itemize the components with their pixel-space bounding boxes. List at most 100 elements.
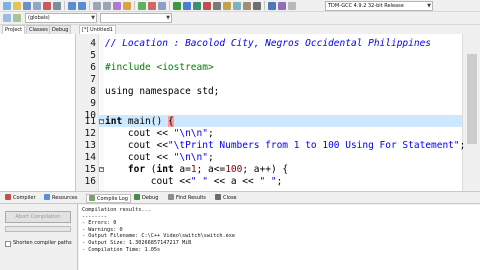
close-file-icon[interactable] xyxy=(43,2,51,10)
code-string: "\tPrint Numbers from 1 to 100 Using For… xyxy=(167,140,460,151)
tab-close[interactable]: Close xyxy=(213,194,239,203)
toolbar-separator xyxy=(89,1,90,10)
tab-close-label: Close xyxy=(223,195,237,201)
new-file-icon[interactable] xyxy=(3,2,11,10)
dev-cpp-window: TDM-GCC 4.9.2 32-bit Release ▼ (globals)… xyxy=(0,0,480,270)
compile-log-output[interactable]: Compilation results... -------- - Errors… xyxy=(79,205,480,270)
redo-icon[interactable] xyxy=(78,2,86,10)
code-number: 100 xyxy=(225,164,243,175)
compile-icon[interactable] xyxy=(173,2,181,10)
project-options-icon[interactable] xyxy=(158,2,166,10)
code-line-11: int main() { xyxy=(105,116,174,128)
tab-debug[interactable]: Debug xyxy=(49,25,72,34)
find-icon[interactable] xyxy=(93,2,101,10)
debug-icon[interactable] xyxy=(223,2,231,10)
rebuild-icon[interactable] xyxy=(203,2,211,10)
run-icon[interactable] xyxy=(183,2,191,10)
code-keyword: for xyxy=(105,164,146,175)
members-icon[interactable] xyxy=(13,14,21,22)
print-icon[interactable] xyxy=(53,2,61,10)
editor-scrollbar[interactable] xyxy=(462,34,480,191)
close-icon xyxy=(215,194,221,200)
compiler-icon xyxy=(5,194,11,200)
save-all-icon[interactable] xyxy=(33,2,41,10)
tab-find-results-label: Find Results xyxy=(176,195,206,201)
scope-value: (globals) xyxy=(28,15,50,21)
debug-check-icon xyxy=(134,194,140,200)
log-line: - Warnings: 0 xyxy=(82,226,123,233)
tab-project-label: Project xyxy=(5,27,23,33)
code-string: " " xyxy=(259,176,277,187)
bookmark-icon[interactable] xyxy=(123,2,131,10)
project-new-icon[interactable] xyxy=(138,2,146,10)
fold-toggle-icon[interactable]: − xyxy=(99,167,104,172)
profile-icon[interactable] xyxy=(233,2,241,10)
toolbar-separator xyxy=(134,1,135,10)
member-select[interactable]: ▼ xyxy=(100,13,172,23)
undo-icon[interactable] xyxy=(68,2,76,10)
goto-line-icon[interactable] xyxy=(113,2,121,10)
chevron-down-icon: ▼ xyxy=(166,15,170,21)
chevron-down-icon: ▼ xyxy=(91,15,95,21)
project-panel xyxy=(0,34,76,191)
code-text: ; xyxy=(276,176,283,187)
editor-file-tab-label: [*] Untitled1 xyxy=(82,27,113,33)
secondary-toolbar: (globals) ▼ ▼ xyxy=(0,12,480,25)
line-number: 5 xyxy=(90,50,96,61)
compile-progress-bar xyxy=(5,226,71,232)
scope-select[interactable]: (globals) ▼ xyxy=(25,13,97,23)
insert-icon[interactable] xyxy=(278,2,286,10)
code-comment: // Location : Bacolod City, Negros Occid… xyxy=(105,38,432,49)
replace-icon[interactable] xyxy=(103,2,111,10)
editor-file-tab[interactable]: [*] Untitled1 xyxy=(79,25,116,34)
tab-find-results[interactable]: Find Results xyxy=(166,194,208,203)
code-text: cout << xyxy=(105,176,191,187)
save-icon[interactable] xyxy=(23,2,31,10)
new-class-icon[interactable] xyxy=(268,2,276,10)
code-preprocessor: #include <iostream> xyxy=(105,62,214,73)
toggle-comment-icon[interactable] xyxy=(288,2,296,10)
tab-resources[interactable]: Resources xyxy=(42,194,80,203)
open-file-icon[interactable] xyxy=(13,2,21,10)
code-line-12: cout << "\n\n"; xyxy=(105,128,214,140)
options-icon[interactable] xyxy=(253,2,261,10)
tab-compile-log-label: Compile Log xyxy=(97,196,128,202)
fold-toggle-icon[interactable]: − xyxy=(99,119,104,124)
code-text: cout << xyxy=(105,152,174,163)
abort-compilation-button[interactable]: Abort Compilation xyxy=(5,211,71,223)
toolbar-separator xyxy=(64,1,65,10)
compiler-profile-select[interactable]: TDM-GCC 4.9.2 32-bit Release ▼ xyxy=(325,1,433,11)
scrollbar-thumb[interactable] xyxy=(467,54,477,144)
tab-compile-log[interactable]: Compile Log xyxy=(86,194,131,203)
log-line: - Output Filename: C:\C++ Video\switch\s… xyxy=(82,233,236,240)
tab-resources-label: Resources xyxy=(52,195,78,201)
code-text: main() xyxy=(122,116,168,127)
code-line-13: cout <<"\tPrint Numbers from 1 to 100 Us… xyxy=(105,140,465,152)
line-number: 4 xyxy=(90,38,96,49)
matched-brace: { xyxy=(167,116,174,127)
tab-project[interactable]: Project xyxy=(2,25,26,34)
chevron-down-icon: ▼ xyxy=(427,3,431,9)
code-string: "\n\n" xyxy=(173,152,208,163)
tab-debug-output[interactable]: Debug xyxy=(132,194,160,203)
project-remove-icon[interactable] xyxy=(148,2,156,10)
code-line-15: for (int a=1; a<=100; a++) { xyxy=(105,164,288,176)
shorten-paths-checkbox[interactable] xyxy=(5,241,11,247)
tab-compiler[interactable]: Compiler xyxy=(3,194,38,203)
line-number: 7 xyxy=(90,74,96,85)
code-line-4: // Location : Bacolod City, Negros Occid… xyxy=(105,38,431,50)
compile-run-icon[interactable] xyxy=(193,2,201,10)
tab-compiler-label: Compiler xyxy=(13,195,36,201)
tab-classes[interactable]: Classes xyxy=(26,25,51,34)
check-syntax-icon[interactable] xyxy=(243,2,251,10)
code-keyword: int xyxy=(105,116,123,127)
code-text: a= xyxy=(173,164,191,175)
line-number: 14 xyxy=(84,152,96,163)
code-text: ; xyxy=(459,140,466,151)
stop-icon[interactable] xyxy=(213,2,221,10)
shorten-paths-label: Shorten compiler paths xyxy=(13,240,72,246)
bottom-tab-bar: Compiler Resources Compile Log Debug Fin… xyxy=(0,191,480,204)
class-browser-icon[interactable] xyxy=(3,14,11,22)
line-number: 12 xyxy=(84,128,96,139)
code-line-16: cout <<" " << a << " "; xyxy=(105,176,283,188)
